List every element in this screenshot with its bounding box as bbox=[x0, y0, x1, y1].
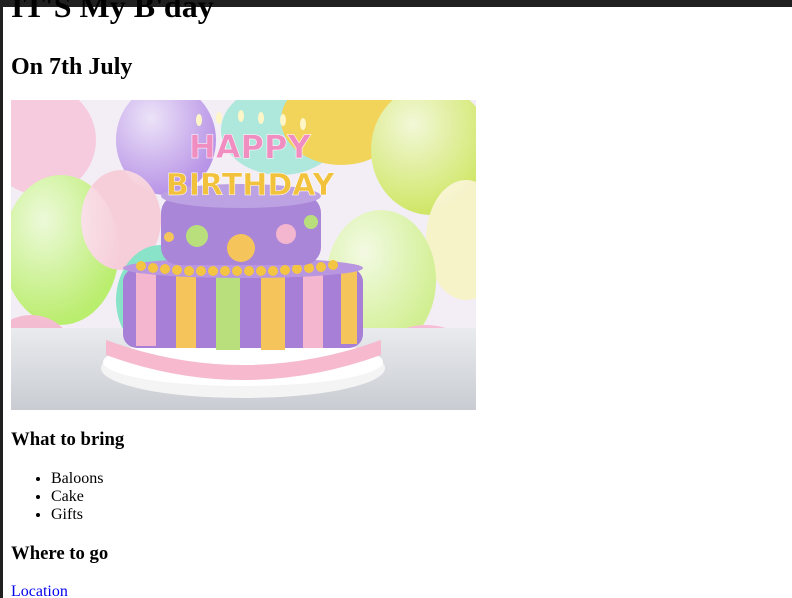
birthday-cake-image: HAPPY BIRTHDAY bbox=[11, 100, 476, 410]
page-title: IT'S My B'day bbox=[11, 0, 214, 24]
svg-text:BIRTHDAY: BIRTHDAY bbox=[166, 168, 336, 203]
section-heading-where: Where to go bbox=[11, 543, 109, 564]
candle-letters: HAPPY BIRTHDAY bbox=[166, 128, 336, 204]
list-item: Baloons bbox=[51, 470, 103, 488]
window-left-border bbox=[0, 0, 3, 598]
section-heading-bring: What to bring bbox=[11, 429, 125, 450]
bring-list: Baloons Cake Gifts bbox=[11, 470, 103, 524]
list-item: Gifts bbox=[51, 506, 103, 524]
svg-text:HAPPY: HAPPY bbox=[189, 128, 311, 166]
location-link[interactable]: Location bbox=[11, 583, 68, 598]
page-subtitle: On 7th July bbox=[11, 54, 133, 80]
list-item: Cake bbox=[51, 488, 103, 506]
